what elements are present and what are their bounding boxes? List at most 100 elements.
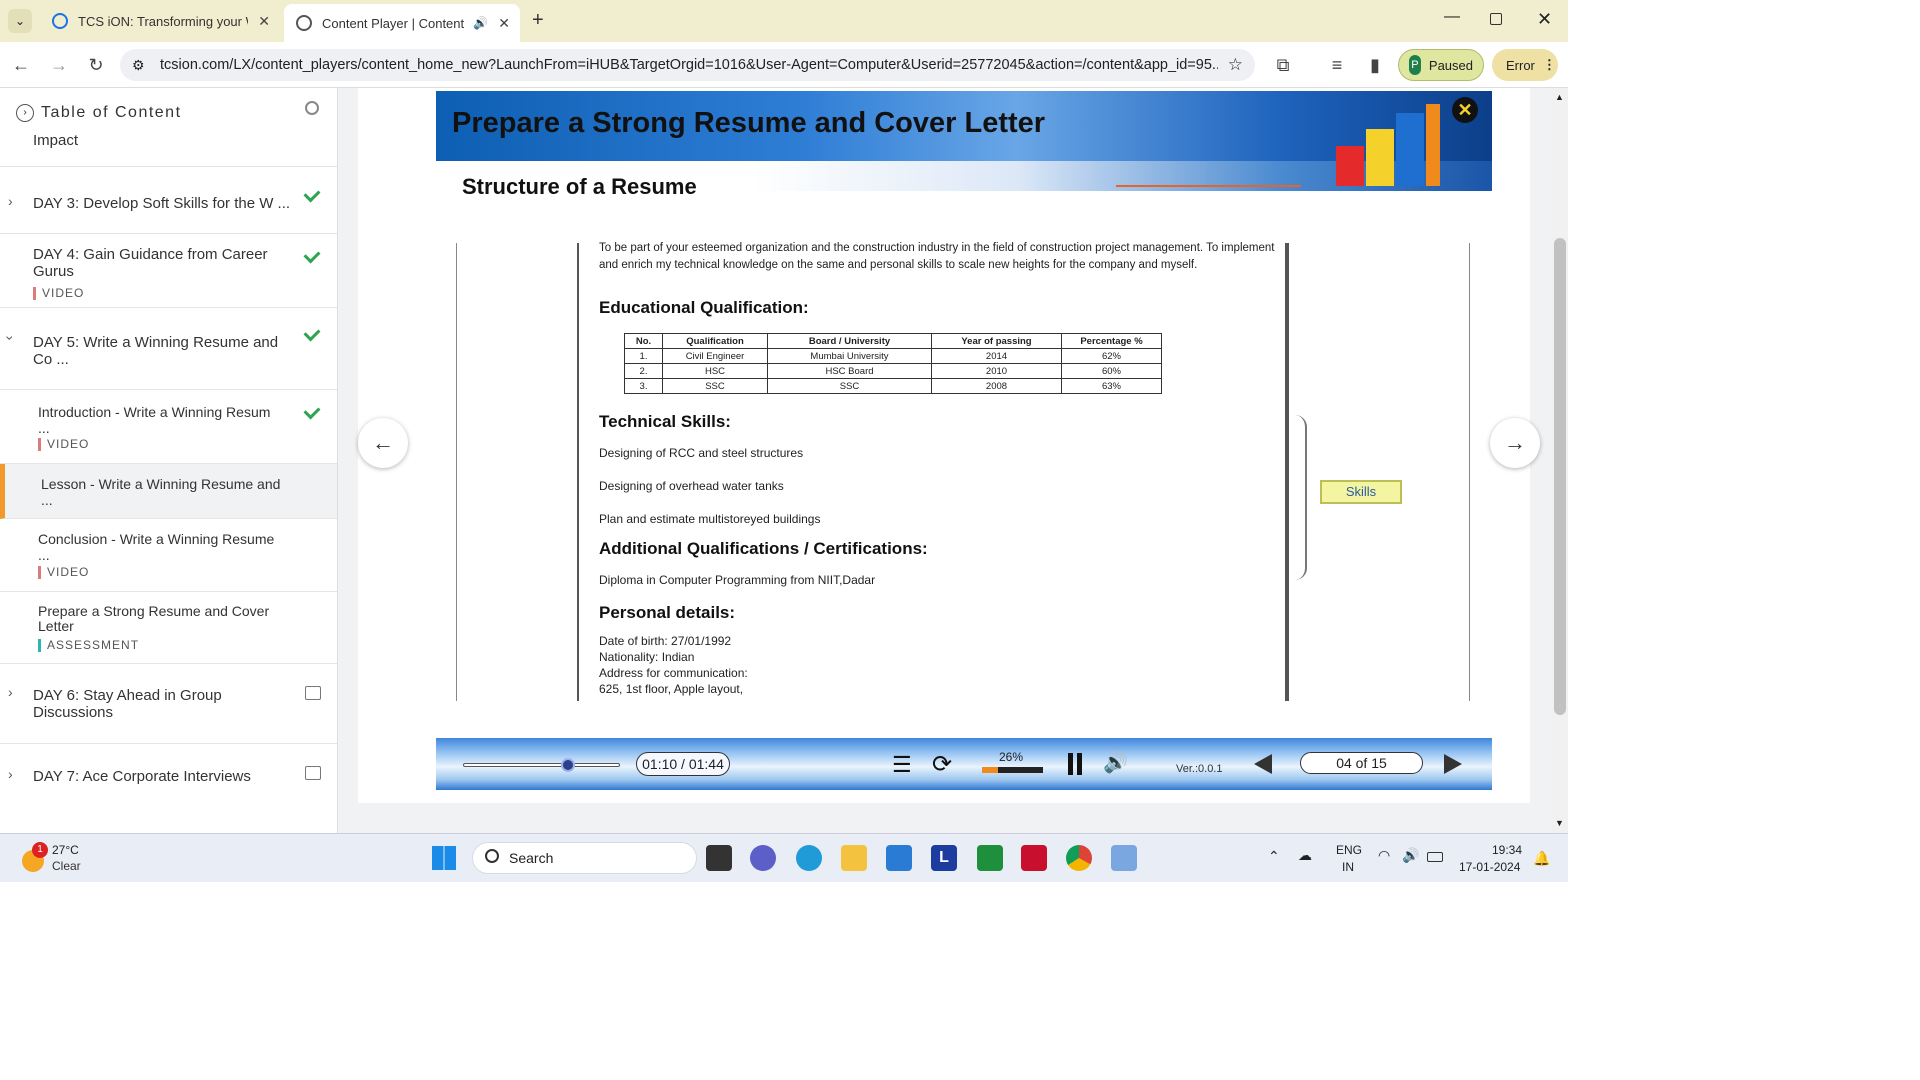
sidebar-item-conclusion[interactable]: Conclusion - Write a Winning Resume ... … — [0, 519, 337, 592]
next-page-arrow-icon[interactable] — [1444, 754, 1462, 774]
volume-icon[interactable]: 🔊 — [1103, 750, 1128, 775]
clock-time[interactable]: 19:34 — [1492, 843, 1522, 857]
l-app-icon[interactable]: L — [931, 845, 957, 871]
table-row: 3. SSC SSC 2008 63% — [624, 378, 1162, 394]
seek-knob[interactable] — [560, 758, 575, 772]
personal-detail-line: 625, 1st floor, Apple layout, — [599, 682, 744, 696]
close-icon[interactable]: ✕ — [258, 13, 270, 30]
sidebar-item-day6[interactable]: › DAY 6: Stay Ahead in Group Discussions — [0, 664, 337, 744]
scroll-down-icon[interactable]: ▼ — [1555, 818, 1564, 828]
sidebar-item-label: Introduction - Write a Winning Resum ... — [38, 404, 271, 436]
table-cell: SSC — [662, 378, 768, 394]
personal-detail-line: Address for communication: — [599, 666, 748, 680]
sidebar-item-label: Conclusion - Write a Winning Resume ... — [38, 531, 275, 563]
tab-tcs-ion[interactable]: TCS iON: Transforming your Wo ✕ — [40, 6, 280, 36]
close-icon[interactable]: ✕ — [498, 15, 510, 32]
next-slide-button[interactable]: → — [1490, 418, 1540, 468]
sidebar-item-day3[interactable]: › DAY 3: Develop Soft Skills for the W .… — [0, 166, 337, 234]
minimize-button[interactable]: — — [1444, 8, 1460, 26]
snipping-tool-icon[interactable] — [1111, 845, 1137, 871]
pause-icon[interactable] — [1068, 753, 1082, 775]
technical-skill-item: Plan and estimate multistoreyed building… — [599, 512, 821, 526]
sidebar-item-label: DAY 6: Stay Ahead in Group Discussions — [33, 687, 222, 721]
toc-collapse-icon[interactable]: › — [16, 104, 34, 122]
mail-icon[interactable] — [886, 845, 912, 871]
volume-fill — [982, 767, 998, 773]
table-cell: 1. — [624, 348, 663, 364]
language-code[interactable]: ENG — [1336, 843, 1362, 857]
playlist-icon[interactable]: ☰ — [892, 752, 912, 778]
media-control-icon[interactable]: ≡ — [1324, 52, 1350, 78]
side-panel-icon[interactable]: ▮ — [1362, 52, 1388, 78]
error-button[interactable]: Error ⋮ — [1492, 49, 1558, 81]
page-scrollbar[interactable]: ▲ ▼ — [1552, 88, 1568, 833]
seek-track[interactable] — [463, 758, 620, 772]
forward-arrow-icon[interactable]: → — [46, 52, 72, 78]
table-header: Board / University — [767, 333, 932, 349]
sidebar-item-day5[interactable]: › DAY 5: Write a Winning Resume and Co .… — [0, 308, 337, 390]
assessment-tag: ASSESSMENT — [38, 639, 139, 652]
file-explorer-icon[interactable] — [841, 845, 867, 871]
close-slide-icon[interactable]: ✕ — [1452, 97, 1478, 123]
tab-search-icon[interactable]: ⌄ — [8, 9, 32, 33]
banner-figures-graphic — [1306, 101, 1456, 189]
sidebar-item-day4[interactable]: DAY 4: Gain Guidance from Career Gurus V… — [0, 234, 337, 308]
chevron-right-icon: › — [8, 684, 13, 700]
task-view-icon[interactable] — [706, 845, 732, 871]
sidebar-item-lesson[interactable]: Lesson - Write a Winning Resume and ... — [0, 464, 337, 519]
table-header: Qualification — [662, 333, 768, 349]
scroll-thumb[interactable] — [1554, 238, 1566, 715]
language-region[interactable]: IN — [1342, 860, 1354, 874]
extensions-icon[interactable]: ⧉ — [1270, 52, 1296, 78]
taskbar-search-box[interactable]: Search — [472, 842, 697, 874]
restore-button[interactable] — [1490, 13, 1502, 25]
prev-page-arrow-icon[interactable] — [1254, 754, 1272, 774]
search-icon[interactable] — [305, 101, 319, 115]
close-window-button[interactable]: ✕ — [1537, 9, 1552, 30]
speaker-icon[interactable]: 🔊 — [473, 16, 488, 30]
sidebar-item-introduction[interactable]: Introduction - Write a Winning Resum ...… — [0, 390, 337, 464]
tray-network-icon[interactable]: ☁ — [1298, 847, 1312, 864]
clock-date[interactable]: 17-01-2024 — [1459, 860, 1520, 874]
new-tab-button[interactable]: + — [532, 9, 544, 32]
star-icon[interactable]: ☆ — [1228, 55, 1243, 75]
sidebar-item-assessment[interactable]: Prepare a Strong Resume and Cover Letter… — [0, 592, 337, 664]
browser-toolbar: ← → ↻ ⚙ tcsion.com/LX/content_players/co… — [0, 42, 1568, 88]
volume-level-bar[interactable] — [982, 767, 1043, 773]
scroll-up-icon[interactable]: ▲ — [1555, 92, 1564, 102]
weather-widget[interactable]: 1 27°C Clear — [18, 840, 128, 878]
more-icon: ⋮ — [1542, 57, 1556, 72]
battery-icon[interactable] — [1427, 852, 1443, 862]
tab-content-player[interactable]: Content Player | Content 🔊 ✕ — [284, 4, 520, 42]
video-tag: VIDEO — [33, 287, 84, 300]
taskbar-search-label: Search — [509, 850, 554, 866]
profile-status: Paused — [1428, 57, 1473, 73]
sidebar-item-day7[interactable]: › DAY 7: Ace Corporate Interviews — [0, 744, 337, 814]
xbox-icon[interactable] — [977, 845, 1003, 871]
error-label: Error — [1506, 57, 1535, 73]
wifi-icon[interactable]: ◠ — [1378, 847, 1390, 864]
reload-icon[interactable]: ↻ — [83, 52, 109, 78]
table-cell: 2014 — [931, 348, 1062, 364]
previous-slide-button[interactable]: ← — [358, 418, 408, 468]
speaker-icon[interactable]: 🔊 — [1402, 847, 1419, 864]
address-bar[interactable]: ⚙ tcsion.com/LX/content_players/content_… — [120, 49, 1255, 81]
chat-icon[interactable] — [750, 845, 776, 871]
profile-button[interactable]: P Paused — [1398, 49, 1484, 81]
replay-icon[interactable]: ⟳ — [932, 750, 952, 779]
site-info-icon[interactable]: ⚙ — [132, 57, 145, 74]
banner-title: Prepare a Strong Resume and Cover Letter — [452, 107, 1046, 139]
personal-details-heading: Personal details: — [599, 603, 736, 622]
start-windows-icon[interactable] — [432, 846, 456, 870]
volume-percent: 26% — [999, 750, 1024, 764]
banner-accent-line — [1116, 185, 1301, 187]
resume-document-viewer: To be part of your esteemed organization… — [456, 242, 1470, 701]
tray-chevron-icon[interactable]: ⌃ — [1268, 848, 1280, 865]
mcafee-icon[interactable] — [1021, 845, 1047, 871]
video-tag: VIDEO — [38, 566, 89, 579]
back-arrow-icon[interactable]: ← — [8, 52, 34, 78]
notification-bell-icon[interactable]: 🔔 — [1533, 850, 1550, 867]
toc-title: Table of Content — [41, 104, 182, 121]
chrome-icon[interactable] — [1066, 845, 1092, 871]
edge-browser-icon[interactable] — [796, 845, 822, 871]
